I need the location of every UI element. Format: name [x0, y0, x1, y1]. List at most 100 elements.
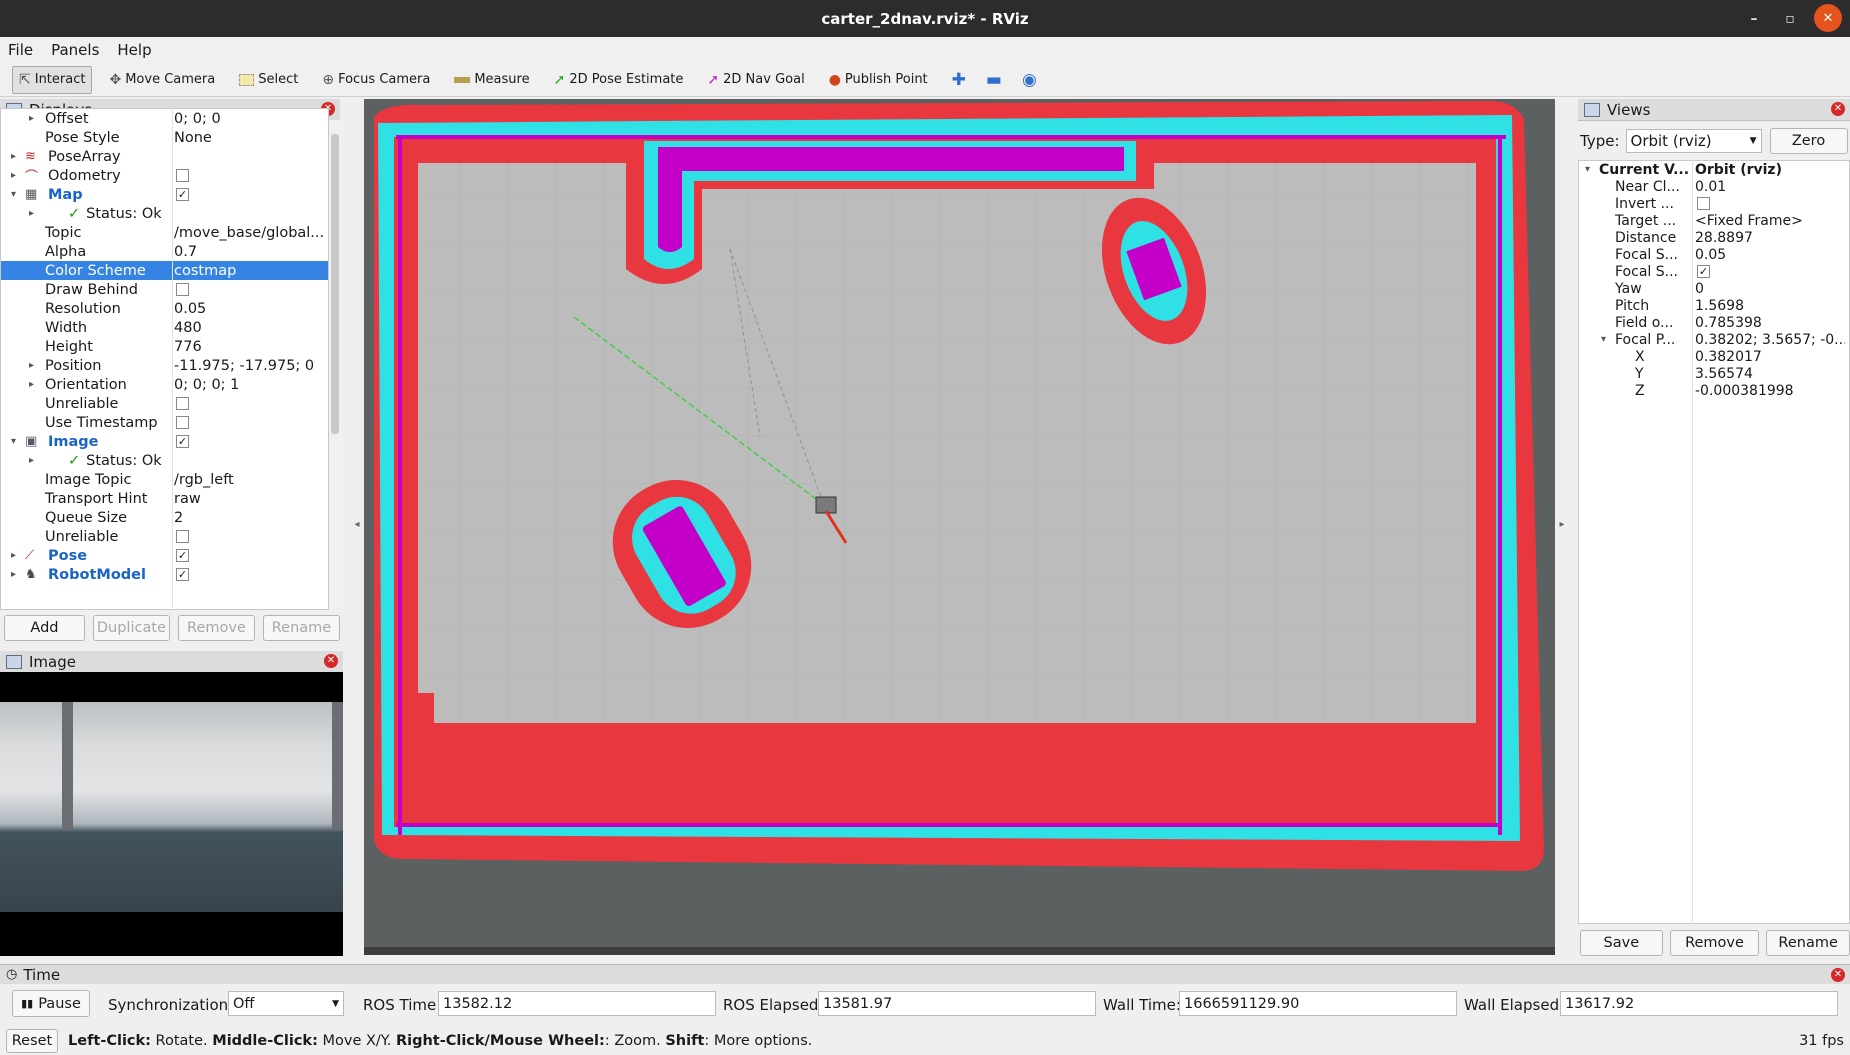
display-property-value[interactable]: /rgb_left: [174, 472, 324, 488]
ros-time-field[interactable]: 13582.12: [438, 991, 716, 1016]
display-property-value[interactable]: None: [174, 130, 324, 146]
display-row[interactable]: ▾ ▣ Image ✓: [1, 432, 328, 451]
view-property-value[interactable]: 0.38202; 3.5657; -0....: [1695, 332, 1845, 348]
pose-estimate-tool[interactable]: ➚ 2D Pose Estimate: [547, 66, 691, 94]
ros-elapsed-field[interactable]: 13581.97: [818, 991, 1096, 1016]
view-property-value[interactable]: 0.382017: [1695, 349, 1845, 365]
displays-scrollbar[interactable]: [329, 120, 341, 605]
view-property-row[interactable]: ▾ Focal P... 0.38202; 3.5657; -0....: [1579, 331, 1849, 348]
remove-view-button[interactable]: Remove: [1669, 930, 1760, 956]
display-checkbox[interactable]: [176, 397, 189, 410]
display-property-value[interactable]: 776: [174, 339, 324, 355]
select-tool[interactable]: Select: [232, 66, 305, 94]
save-view-button[interactable]: Save: [1580, 930, 1663, 956]
display-row[interactable]: ▸ ⟋ Pose ✓: [1, 546, 328, 565]
view-property-row[interactable]: Focal S... 0.05: [1579, 246, 1849, 263]
display-row[interactable]: Transport Hint raw: [1, 489, 328, 508]
view-property-value[interactable]: 0.785398: [1695, 315, 1845, 331]
menu-file[interactable]: File: [8, 41, 33, 59]
view-checkbox[interactable]: ✓: [1697, 265, 1710, 278]
display-checkbox[interactable]: [176, 169, 189, 182]
expand-arrow-icon[interactable]: ▸: [29, 455, 34, 466]
display-row[interactable]: Use Timestamp: [1, 413, 328, 432]
left-splitter[interactable]: ◂: [352, 99, 362, 949]
display-checkbox[interactable]: [176, 283, 189, 296]
view-property-row[interactable]: Pitch 1.5698: [1579, 297, 1849, 314]
collapse-arrow-icon[interactable]: ▾: [1601, 334, 1606, 345]
add-display-button[interactable]: Add: [4, 615, 85, 641]
view-property-row[interactable]: Target ... <Fixed Frame>: [1579, 212, 1849, 229]
right-splitter[interactable]: ▸: [1557, 99, 1567, 949]
view-property-value[interactable]: <Fixed Frame>: [1695, 213, 1845, 229]
display-property-value[interactable]: /move_base/global...: [174, 225, 324, 241]
move-camera-tool[interactable]: ✥ Move Camera: [102, 66, 222, 94]
display-row[interactable]: Height 776: [1, 337, 328, 356]
close-views-icon[interactable]: ✕: [1831, 102, 1845, 116]
display-row[interactable]: ▸ Orientation 0; 0; 0; 1: [1, 375, 328, 394]
sync-select[interactable]: Off ▼: [228, 991, 344, 1016]
nav-goal-tool[interactable]: ➚ 2D Nav Goal: [700, 66, 811, 94]
expand-arrow-icon[interactable]: ▸: [11, 550, 16, 561]
display-row[interactable]: ▸ Offset 0; 0; 0: [1, 109, 328, 128]
display-property-value[interactable]: 480: [174, 320, 324, 336]
display-property-value[interactable]: -11.975; -17.975; 0: [174, 358, 324, 374]
view-property-row[interactable]: Z -0.000381998: [1579, 382, 1849, 399]
pause-button[interactable]: ▮▮ Pause: [12, 990, 90, 1017]
display-row[interactable]: Pose Style None: [1, 128, 328, 147]
display-checkbox[interactable]: [176, 416, 189, 429]
display-checkbox[interactable]: ✓: [176, 435, 189, 448]
display-row[interactable]: Topic/move_base/global...: [1, 223, 328, 242]
view-property-row[interactable]: Focal S... ✓: [1579, 263, 1849, 280]
view-property-value[interactable]: Orbit (rviz): [1695, 162, 1845, 178]
add-tool-button[interactable]: ✚: [945, 66, 973, 94]
display-row[interactable]: Alpha 0.7: [1, 242, 328, 261]
interact-tool[interactable]: ⇱ Interact: [12, 65, 93, 94]
maximize-button[interactable]: ▫: [1772, 0, 1808, 37]
wall-time-field[interactable]: 1666591129.90: [1179, 991, 1457, 1016]
remove-tool-button[interactable]: ▬: [979, 66, 1009, 94]
view-property-value[interactable]: 1.5698: [1695, 298, 1845, 314]
display-row[interactable]: ▸ ✓ Status: Ok: [1, 451, 328, 470]
collapse-arrow-icon[interactable]: ▾: [11, 436, 16, 447]
view-property-row[interactable]: X 0.382017: [1579, 348, 1849, 365]
view-property-row[interactable]: Y 3.56574: [1579, 365, 1849, 382]
view-property-row[interactable]: Yaw 0: [1579, 280, 1849, 297]
expand-arrow-icon[interactable]: ▸: [29, 113, 34, 124]
expand-arrow-icon[interactable]: ▸: [29, 208, 34, 219]
display-checkbox[interactable]: ✓: [176, 549, 189, 562]
collapse-arrow-icon[interactable]: ▾: [11, 189, 16, 200]
reset-button[interactable]: Reset: [6, 1028, 58, 1053]
rename-view-button[interactable]: Rename: [1766, 930, 1850, 956]
view-property-row[interactable]: Distance 28.8897: [1579, 229, 1849, 246]
view-property-value[interactable]: 28.8897: [1695, 230, 1845, 246]
expand-arrow-icon[interactable]: ▸: [29, 379, 34, 390]
display-row[interactable]: ▸ ≋ PoseArray: [1, 147, 328, 166]
view-type-select[interactable]: Orbit (rviz) ▼: [1625, 129, 1762, 153]
view-property-value[interactable]: 0.01: [1695, 179, 1845, 195]
remove-display-button[interactable]: Remove: [177, 615, 255, 641]
expand-arrow-icon[interactable]: ▸: [29, 360, 34, 371]
display-checkbox[interactable]: ✓: [176, 568, 189, 581]
minimize-button[interactable]: –: [1736, 0, 1772, 37]
view-property-row[interactable]: Invert ...: [1579, 195, 1849, 212]
rename-display-button[interactable]: Rename: [262, 615, 340, 641]
focus-camera-tool[interactable]: ⊕ Focus Camera: [315, 66, 437, 94]
measure-tool[interactable]: Measure: [447, 66, 536, 94]
display-row[interactable]: Draw Behind: [1, 280, 328, 299]
display-property-value[interactable]: costmap: [174, 263, 324, 279]
view-property-row[interactable]: Field o... 0.785398: [1579, 314, 1849, 331]
close-time-icon[interactable]: ✕: [1831, 968, 1845, 982]
display-property-value[interactable]: 0.7: [174, 244, 324, 260]
display-property-value[interactable]: 2: [174, 510, 324, 526]
display-property-value[interactable]: 0; 0; 0: [174, 111, 324, 127]
menu-help[interactable]: Help: [117, 41, 151, 59]
display-row[interactable]: Queue Size 2: [1, 508, 328, 527]
menu-panels[interactable]: Panels: [51, 41, 99, 59]
close-image-icon[interactable]: ✕: [324, 654, 338, 668]
view-property-row[interactable]: ▾ Current V... Orbit (rviz): [1579, 161, 1849, 178]
render-viewport[interactable]: [364, 99, 1555, 949]
display-row[interactable]: Resolution 0.05: [1, 299, 328, 318]
display-property-value[interactable]: 0.05: [174, 301, 324, 317]
view-property-row[interactable]: Near Cl... 0.01: [1579, 178, 1849, 195]
view-options-button[interactable]: ◉: [1015, 66, 1044, 94]
